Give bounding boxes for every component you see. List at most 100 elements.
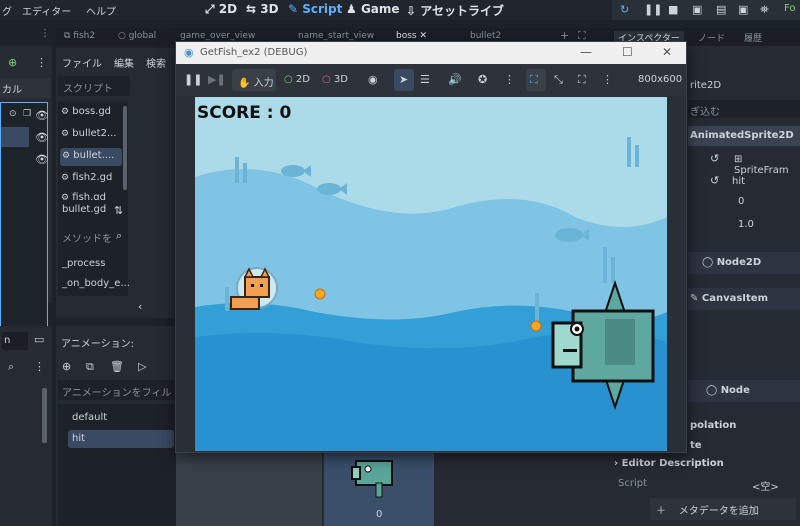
new-animation-icon[interactable]: ⊕ xyxy=(62,360,71,373)
remote-debug-icon[interactable]: ▣ xyxy=(692,3,702,16)
eye-icon[interactable]: ◉ xyxy=(368,73,378,86)
sprite-frames-value[interactable]: ⊞ SpriteFram xyxy=(734,154,800,176)
tab-fish2[interactable]: ⧉ fish2 xyxy=(64,31,95,41)
run-controls: ↻ ❚❚ ■ ▣ ▤ ▣ ⛯ Fo xyxy=(612,0,800,20)
input-button[interactable]: ✋ 入力 xyxy=(232,69,276,91)
section-animatedsprite: AnimatedSprite2D xyxy=(690,130,794,141)
interpolation-label[interactable]: polation xyxy=(690,420,736,431)
signal-icon[interactable]: ⊙ xyxy=(9,109,17,119)
tab-node[interactable]: ノード xyxy=(698,31,725,44)
script-attach-icon[interactable]: ❒ xyxy=(23,109,31,119)
method-item[interactable]: _on_body_e... xyxy=(62,278,130,289)
workspace-game[interactable]: ♟ Game xyxy=(346,2,400,16)
panel-menu-icon[interactable]: ⋮ xyxy=(40,28,50,39)
menu-icon[interactable]: ⋮ xyxy=(504,73,515,86)
tab-history[interactable]: 履歴 xyxy=(744,31,762,44)
camera-override-icon[interactable]: ✪ xyxy=(478,73,487,86)
script-item[interactable]: ⚙ boss.gd xyxy=(61,106,111,117)
frame-value[interactable]: 0 xyxy=(738,196,744,207)
method-filter-input[interactable]: メソッドを xyxy=(62,230,112,245)
minimize-button[interactable]: — xyxy=(580,45,592,59)
tree-row-selected[interactable] xyxy=(1,127,29,147)
speed-value[interactable]: 1.0 xyxy=(738,219,754,230)
close-button[interactable]: ✕ xyxy=(662,45,672,59)
script-filter-input[interactable]: スクリプト xyxy=(63,80,113,95)
frame-thumb[interactable]: 0 xyxy=(324,453,434,526)
pause-icon[interactable]: ❚❚ xyxy=(184,73,202,86)
script-item[interactable]: ⚙ fish2.gd xyxy=(61,172,112,183)
workspace-2d[interactable]: ⤢ 2D xyxy=(205,2,237,17)
menu-search[interactable]: 検索 xyxy=(146,55,166,70)
tab-game-over-view[interactable]: game_over_view xyxy=(180,31,255,41)
delete-icon[interactable]: 🗑 xyxy=(110,360,124,373)
frame-index: 0 xyxy=(376,509,383,520)
game-window: ◉ GetFish_ex2 (DEBUG) — ☐ ✕ ❚❚ ▶❚ ✋ 入力 ○… xyxy=(175,41,687,453)
visibility-icon[interactable]: 👁 xyxy=(35,109,49,122)
game-window-titlebar: ◉ GetFish_ex2 (DEBUG) — ☐ ✕ xyxy=(176,42,686,64)
dock-menu-icon[interactable]: ⋮ xyxy=(36,56,47,69)
scene-tree[interactable]: ⊙ ❒ 👁 👁 👁 xyxy=(0,102,49,344)
run-custom-icon[interactable]: ⛯ xyxy=(760,3,769,17)
editor-description[interactable]: › Editor Description xyxy=(614,458,724,469)
renderer-label[interactable]: Fo xyxy=(784,3,796,14)
method-list: _process _on_body_e... xyxy=(58,250,130,296)
animation-value[interactable]: hit xyxy=(732,176,745,187)
animation-item-selected[interactable]: hit xyxy=(68,430,174,448)
mode-3d-button[interactable]: ○ 3D xyxy=(322,74,348,85)
node2d-icon: ◯ xyxy=(702,257,714,268)
revert-icon[interactable]: ↺ xyxy=(710,152,719,165)
te-label[interactable]: te xyxy=(690,440,702,451)
add-node-icon[interactable]: ⊕ xyxy=(8,56,17,69)
maximize-button[interactable]: ☐ xyxy=(622,45,633,59)
game-viewport[interactable]: SCORE : 0 xyxy=(195,97,667,451)
game-scene: SCORE : 0 xyxy=(195,97,667,451)
menu-scene[interactable]: グ xyxy=(2,3,12,18)
run-current-icon[interactable]: ▣ xyxy=(738,3,748,16)
movie-icon[interactable]: ▤ xyxy=(716,3,726,16)
menu-file[interactable]: ファイル xyxy=(62,55,102,70)
inspector-filter-input[interactable]: ぎ込む xyxy=(690,103,720,118)
menu-editor[interactable]: エディター xyxy=(22,3,71,18)
workspace-assetlib[interactable]: ⇩ アセットライブ xyxy=(406,2,504,19)
scrollbar[interactable] xyxy=(42,388,47,443)
menu-help[interactable]: ヘルプ xyxy=(86,3,116,18)
workspace-script[interactable]: ✎ Script xyxy=(288,2,342,16)
menu-icon[interactable]: ⋮ xyxy=(602,73,613,86)
animation-filter-input[interactable]: アニメーションをフィル xyxy=(62,384,171,399)
search-icon[interactable]: ⌕ xyxy=(8,360,14,374)
expand-icon[interactable]: ⛶ xyxy=(578,73,586,87)
next-frame-icon[interactable]: ▶❚ xyxy=(208,73,226,86)
animation-item[interactable]: default xyxy=(72,412,107,423)
script-item[interactable]: ⚙ bullet2... xyxy=(61,128,116,139)
script-item-selected[interactable]: ⚙ bullet.... xyxy=(60,148,122,166)
input-icon: ✋ xyxy=(238,78,251,89)
tab-boss[interactable]: boss ✕ xyxy=(396,31,427,41)
tab-bullet2[interactable]: bullet2 xyxy=(470,31,501,41)
visibility-icon[interactable]: 👁 xyxy=(35,131,49,144)
visibility-icon[interactable]: 👁 xyxy=(35,153,49,166)
revert-icon[interactable]: ↺ xyxy=(710,174,719,187)
tab-global[interactable]: ○ global xyxy=(118,31,156,41)
sort-icon[interactable]: ⇅ xyxy=(114,204,123,217)
add-metadata-button[interactable]: ＋ メタデータを追加 xyxy=(650,498,796,520)
scrollbar[interactable] xyxy=(123,106,127,190)
audio-icon[interactable]: 🔊 xyxy=(448,73,462,86)
workspace-3d[interactable]: ⇆ 3D xyxy=(246,2,279,16)
menu-edit[interactable]: 編集 xyxy=(114,55,134,70)
collapse-arrow-icon[interactable]: ‹ xyxy=(138,300,142,313)
list-select-icon[interactable]: ☰ xyxy=(420,73,430,86)
menu-icon[interactable]: ⋮ xyxy=(34,360,45,373)
script-label: Script xyxy=(618,478,648,489)
script-value[interactable]: <空> xyxy=(752,478,779,493)
name-field[interactable]: n xyxy=(4,335,10,346)
duplicate-icon[interactable]: ⧉ xyxy=(86,360,94,374)
layout-icon[interactable]: ▭ xyxy=(34,333,44,346)
reload-icon[interactable]: ↻ xyxy=(620,3,629,16)
pause-icon[interactable]: ❚❚ xyxy=(644,3,662,16)
tab-name-start-view[interactable]: name_start_view xyxy=(298,31,374,41)
autoplay-icon[interactable]: ▷ xyxy=(138,360,146,373)
fullscreen-icon[interactable]: ⤡ xyxy=(554,73,563,87)
mode-2d-button[interactable]: ○ 2D xyxy=(284,74,310,85)
method-item[interactable]: _process xyxy=(62,258,105,269)
stop-icon[interactable]: ■ xyxy=(668,3,678,16)
